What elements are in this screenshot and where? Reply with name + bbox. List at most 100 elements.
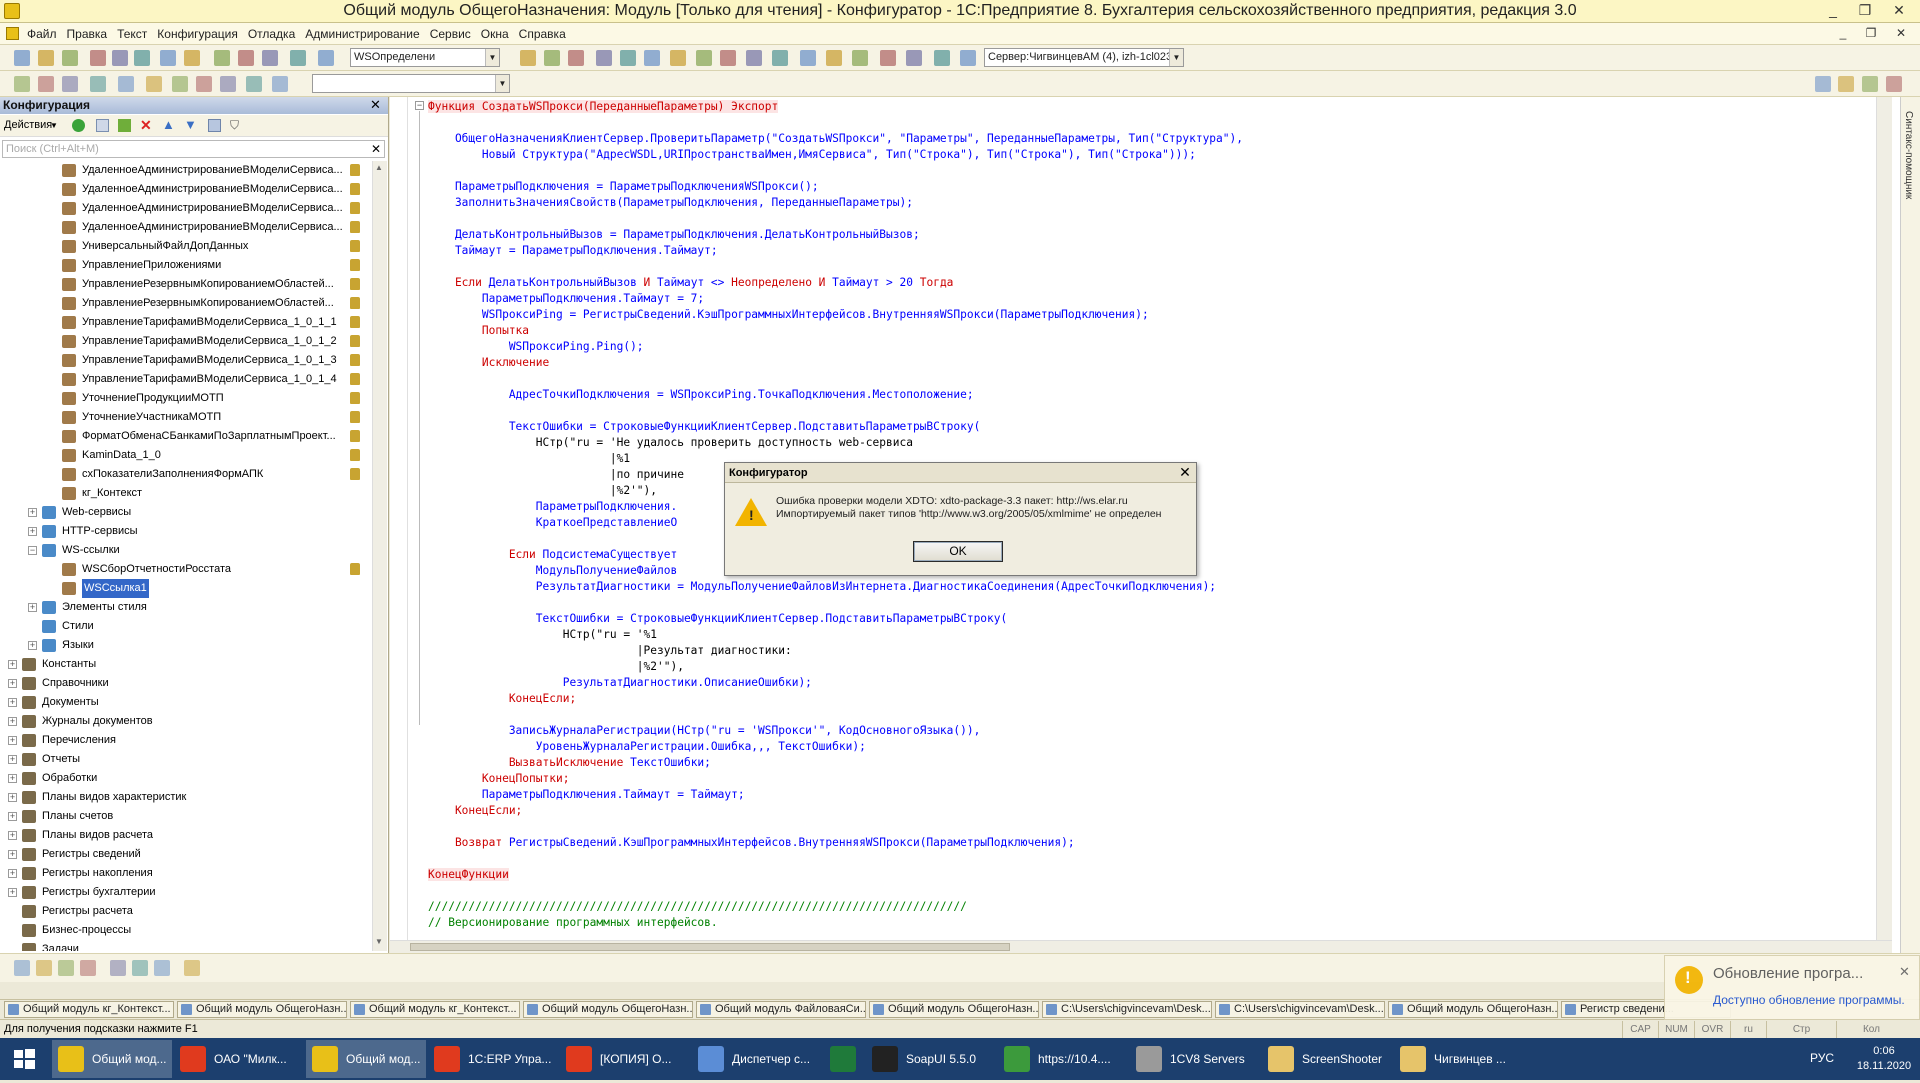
tree-expander-icon[interactable]: +: [28, 603, 37, 612]
close-icon[interactable]: ✕: [1899, 964, 1910, 980]
toolbar-button-icon[interactable]: [38, 76, 54, 92]
tree-expander-icon[interactable]: +: [8, 698, 17, 707]
filter-icon[interactable]: ⛉: [230, 118, 239, 133]
tree-item[interactable]: УдаленноеАдминистрированиеВМоделиСервиса…: [0, 199, 372, 218]
taskbar-item[interactable]: Диспетчер с...: [692, 1040, 822, 1078]
toolbar-button-icon[interactable]: [184, 50, 200, 66]
tree-item[interactable]: УточнениеУчастникаМОТП: [0, 408, 372, 427]
toolbar-button-icon[interactable]: [800, 50, 816, 66]
tree-item[interactable]: Регистры расчета: [0, 902, 372, 921]
tree-expander-icon[interactable]: +: [8, 736, 17, 745]
syntax-helper-strip[interactable]: Синтакс-помощник: [1900, 97, 1920, 953]
window-tab[interactable]: Общий модуль ОбщегоНазн...: [523, 1001, 693, 1018]
mdi-restore-button[interactable]: ❐: [1856, 23, 1886, 44]
tree-item[interactable]: + Константы: [0, 655, 372, 674]
editor-scrollbar[interactable]: [1876, 97, 1892, 940]
toolbar-button-icon[interactable]: [246, 76, 262, 92]
toolbar-button-icon[interactable]: [826, 50, 842, 66]
clear-search-icon[interactable]: ✕: [371, 141, 381, 157]
tree-item[interactable]: Стили: [0, 617, 372, 636]
toolbar-button-icon[interactable]: [238, 50, 254, 66]
toolbar-button-icon[interactable]: [934, 50, 950, 66]
tree-expander-icon[interactable]: +: [8, 831, 17, 840]
taskbar-item[interactable]: Чигвинцев ...: [1394, 1040, 1524, 1078]
chevron-down-icon[interactable]: ▼: [1169, 49, 1183, 66]
toolbar-button-icon[interactable]: [620, 50, 636, 66]
sort-icon[interactable]: [208, 119, 221, 132]
tree-item[interactable]: + Языки: [0, 636, 372, 655]
tree-expander-icon[interactable]: +: [8, 774, 17, 783]
tree-item[interactable]: + Перечисления: [0, 731, 372, 750]
close-button[interactable]: ✕: [1884, 0, 1914, 21]
menu-item[interactable]: Текст: [112, 23, 152, 45]
toolbar-button-icon[interactable]: [262, 50, 278, 66]
tree-item[interactable]: + Регистры бухгалтерии: [0, 883, 372, 902]
hscroll-thumb[interactable]: [410, 943, 1010, 951]
close-icon[interactable]: ✕: [1176, 464, 1194, 482]
taskbar-item[interactable]: ОАО "Милк...: [174, 1040, 304, 1078]
toolbar-button-icon[interactable]: [38, 50, 54, 66]
actions-menu[interactable]: Действия: [4, 119, 52, 131]
tree-item[interactable]: + Обработки: [0, 769, 372, 788]
tree-expander-icon[interactable]: +: [8, 850, 17, 859]
toolbar-button-icon[interactable]: [14, 960, 30, 976]
menu-item[interactable]: Сервис: [425, 23, 476, 45]
toolbar-button-icon[interactable]: [196, 76, 212, 92]
toolbar-button-icon[interactable]: [62, 50, 78, 66]
delete-icon[interactable]: ✕: [140, 117, 152, 134]
toolbar-button-icon[interactable]: [112, 50, 128, 66]
taskbar-item[interactable]: ScreenShooter: [1262, 1040, 1392, 1078]
tree-item[interactable]: + Web-сервисы: [0, 503, 372, 522]
chevron-down-icon[interactable]: ▼: [495, 75, 509, 92]
menu-item[interactable]: Администрирование: [300, 23, 424, 45]
toolbar-button-icon[interactable]: [134, 50, 150, 66]
restore-button[interactable]: ❐: [1850, 0, 1880, 21]
toolbar-button-icon[interactable]: [36, 960, 52, 976]
tree-item[interactable]: УправлениеТарифамиВМоделиСервиса_1_0_1_1: [0, 313, 372, 332]
copy-icon[interactable]: [96, 119, 109, 132]
tree-expander-icon[interactable]: +: [28, 641, 37, 650]
mdi-minimize-button[interactable]: _: [1828, 23, 1858, 44]
menu-item[interactable]: Конфигурация: [152, 23, 243, 45]
toolbar-button-icon[interactable]: [696, 50, 712, 66]
toolbar-button-icon[interactable]: [80, 960, 96, 976]
start-button[interactable]: [0, 1038, 48, 1080]
tree-expander-icon[interactable]: +: [8, 660, 17, 669]
scroll-down-icon[interactable]: ▼: [375, 937, 385, 947]
tree-item[interactable]: УдаленноеАдминистрированиеВМоделиСервиса…: [0, 180, 372, 199]
tree-item[interactable]: + Планы видов характеристик: [0, 788, 372, 807]
toolbar-button-icon[interactable]: [670, 50, 686, 66]
method-combo[interactable]: ▼: [312, 74, 510, 93]
tree-scrollbar[interactable]: ▲ ▼: [372, 161, 387, 951]
add-icon[interactable]: [72, 119, 85, 132]
toolbar-button-icon[interactable]: [214, 50, 230, 66]
tree-expander-icon[interactable]: +: [28, 508, 37, 517]
taskbar-item[interactable]: 1CV8 Servers: [1130, 1040, 1260, 1078]
toolbar-button-icon[interactable]: [132, 960, 148, 976]
toolbar-button-icon[interactable]: [160, 50, 176, 66]
tree-item[interactable]: ФорматОбменаСБанкамиПоЗарплатнымПроект..…: [0, 427, 372, 446]
tree-item[interactable]: + Документы: [0, 693, 372, 712]
editor-hscrollbar[interactable]: [390, 940, 1892, 953]
tree-expander-icon[interactable]: +: [8, 679, 17, 688]
tree-item[interactable]: УправлениеРезервнымКопированиемОбластей.…: [0, 294, 372, 313]
toolbar-button-icon[interactable]: [184, 960, 200, 976]
tree-item[interactable]: УниверсальныйФайлДопДанных: [0, 237, 372, 256]
taskbar-item[interactable]: 1С:ERP Упра...: [428, 1040, 558, 1078]
toolbar-button-icon[interactable]: [960, 50, 976, 66]
tree-item[interactable]: УправлениеТарифамиВМоделиСервиса_1_0_1_4: [0, 370, 372, 389]
window-tab[interactable]: C:\Users\chigvincevam\Desk...: [1042, 1001, 1212, 1018]
tree-expander-icon[interactable]: +: [8, 888, 17, 897]
toolbar-button-icon[interactable]: [852, 50, 868, 66]
toolbar-button-icon[interactable]: [318, 50, 334, 66]
menu-item[interactable]: Окна: [476, 23, 514, 45]
tree-expander-icon[interactable]: +: [8, 755, 17, 764]
collapse-icon[interactable]: −: [415, 101, 424, 110]
toolbar-button-icon[interactable]: [90, 50, 106, 66]
menu-item[interactable]: Файл: [22, 23, 62, 45]
toolbar-button-icon[interactable]: [880, 50, 896, 66]
window-tab[interactable]: Общий модуль ФайловаяСи...: [696, 1001, 866, 1018]
toolbar-button-icon[interactable]: [906, 50, 922, 66]
toolbar-button-icon[interactable]: [172, 76, 188, 92]
toolbar-button-icon[interactable]: [118, 76, 134, 92]
